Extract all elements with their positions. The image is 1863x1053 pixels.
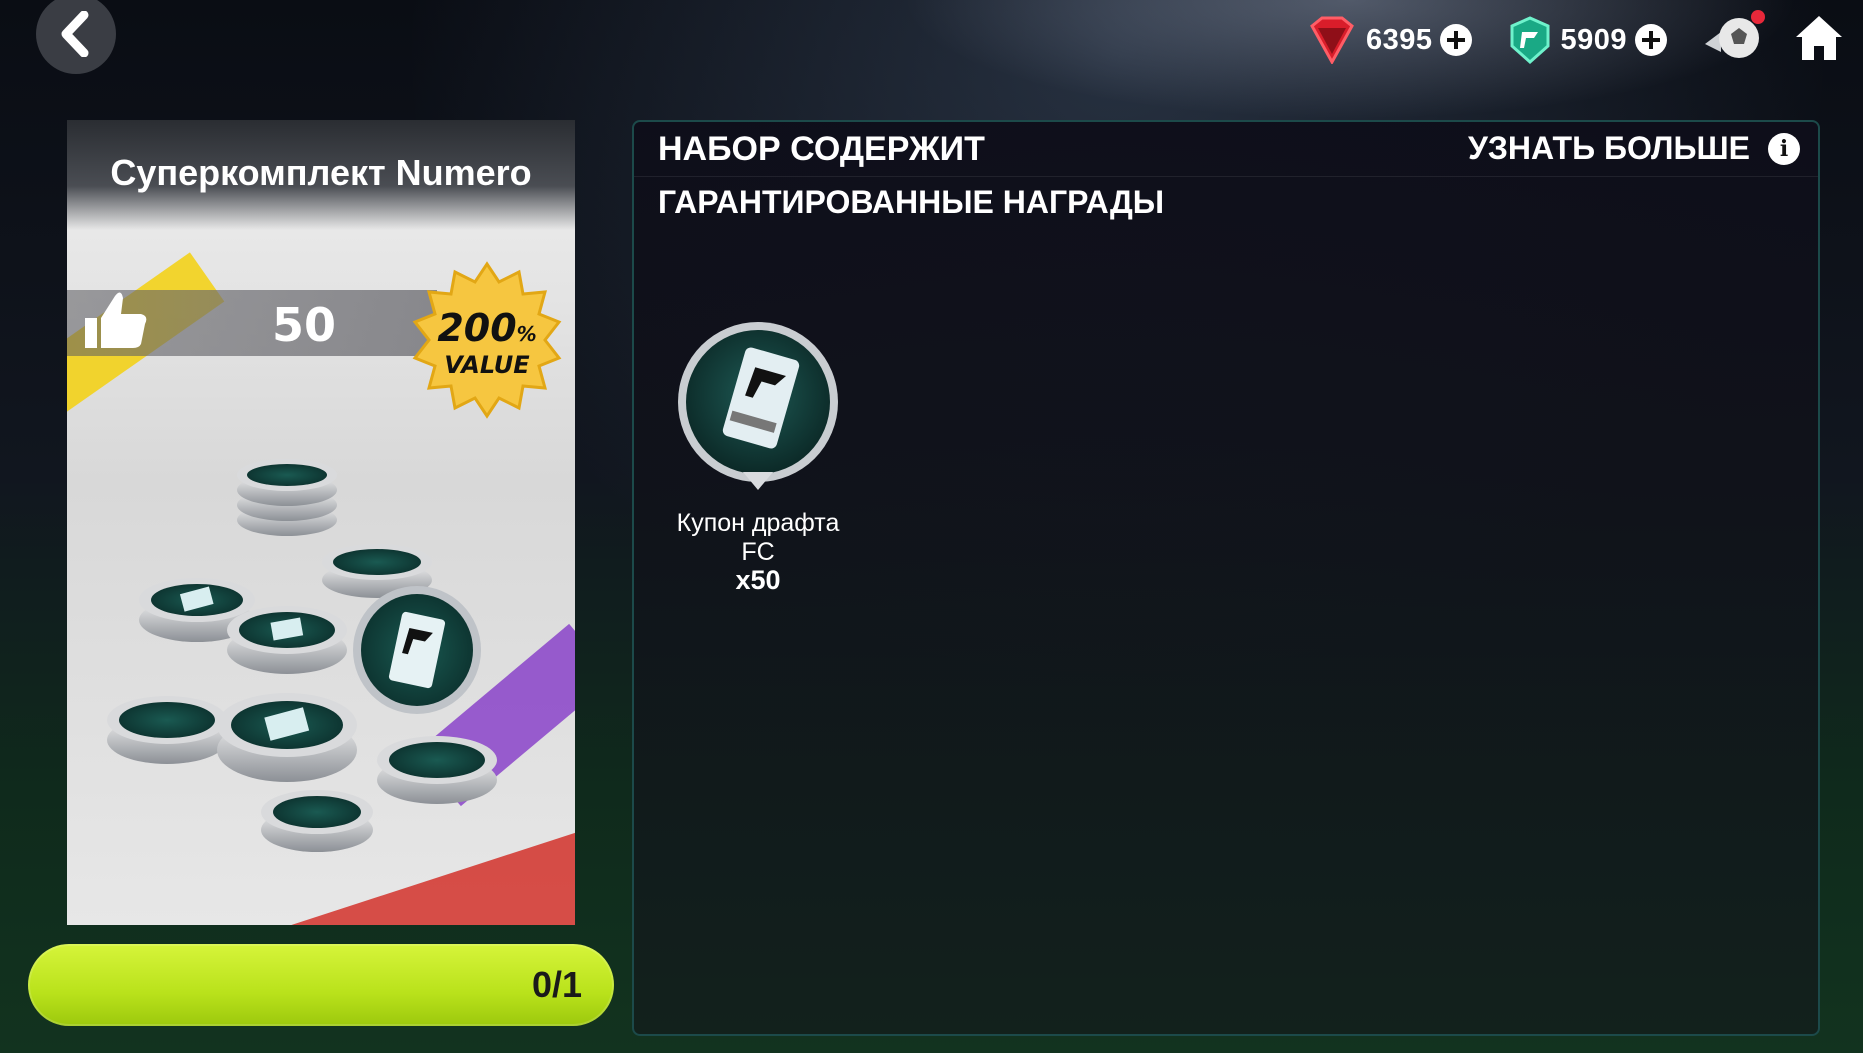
value-word: VALUE [444,351,530,379]
gems-currency: 6395 [1306,16,1473,64]
fc-points-amount: 5909 [1560,23,1627,56]
red-gem-icon [1310,16,1354,64]
likes-bar: 50 [67,290,437,356]
home-button[interactable] [1793,13,1845,68]
home-icon [1796,15,1842,60]
gems-amount: 6395 [1365,23,1433,56]
value-badge: 200% VALUE [407,260,567,420]
fc-points-currency: 5909 [1508,16,1667,64]
notifications-button[interactable] [1703,9,1765,67]
top-bar: 6395 5909 [1306,9,1845,70]
contents-header: НАБОР СОДЕРЖИТ УЗНАТЬ БОЛЬШЕ i [634,122,1818,177]
learn-more-label: УЗНАТЬ БОЛЬШЕ [1467,130,1750,166]
purchase-progress-button[interactable]: 0/1 [28,944,614,1026]
value-percent: 200 [437,306,517,350]
reward-item[interactable]: Купон драфта FC x50 [658,322,858,596]
progress-text: 0/1 [531,964,582,1005]
reward-quantity: x50 [735,565,781,595]
thumbs-up-icon [85,292,147,348]
info-icon: i [1768,132,1800,165]
pack-title: Суперкомплект Numero [110,152,532,193]
add-fc-points-button[interactable] [1635,24,1667,56]
pack-card[interactable]: Суперкомплект Numero 50 200% VALUE [67,120,575,925]
draft-coupon-icon [678,322,838,490]
pack-contents-panel: НАБОР СОДЕРЖИТ УЗНАТЬ БОЛЬШЕ i ГАРАНТИРО… [632,120,1820,1036]
likes-count: 50 [272,298,337,352]
reward-name: Купон драфта FC [676,509,840,566]
chevron-left-icon [61,11,89,57]
fc-points-icon [1510,16,1550,64]
contents-title: НАБОР СОДЕРЖИТ [658,130,985,168]
add-gems-button[interactable] [1440,24,1473,56]
back-button[interactable] [36,0,116,74]
value-percent-sign: % [516,322,537,346]
notification-dot [1751,9,1765,24]
guaranteed-rewards-title: ГАРАНТИРОВАННЫЕ НАГРАДЫ [658,184,1165,220]
coupon-coins-icon [107,459,497,852]
learn-more-button[interactable]: УЗНАТЬ БОЛЬШЕ i [1468,130,1800,167]
value-text: 200% VALUE [407,306,567,379]
